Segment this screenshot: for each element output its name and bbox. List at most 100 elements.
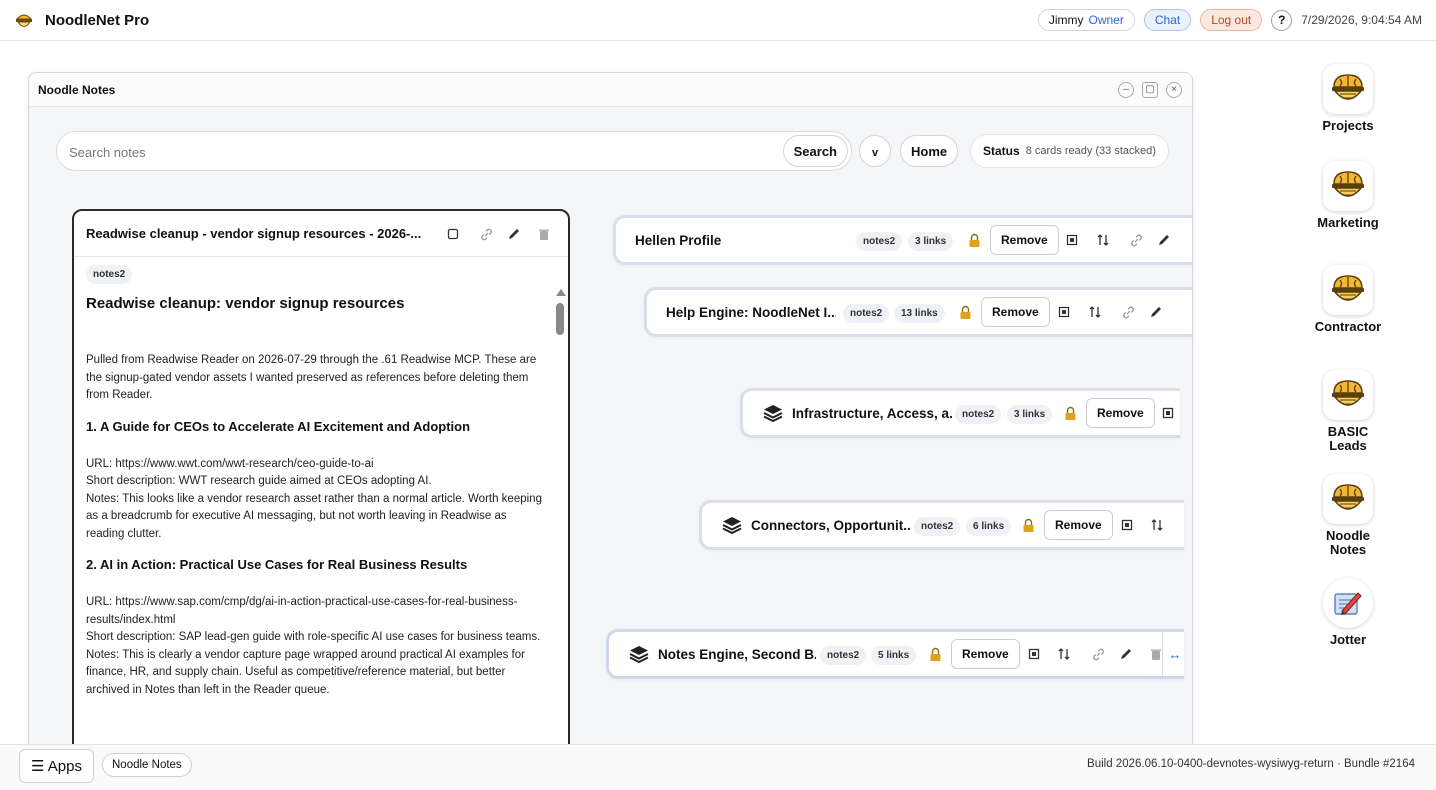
chat-button[interactable]: Chat [1143,9,1192,31]
stacked-card[interactable]: Infrastructure, Access, a... notes2 3 li… [740,388,1180,438]
desktop-icon-label: Jotter [1329,632,1367,647]
card-title: Connectors, Opportunit... [751,518,911,533]
link-icon[interactable] [1119,303,1137,321]
expand-icon[interactable] [1159,404,1177,422]
home-button[interactable]: Home [900,135,959,167]
search-button[interactable]: Search [782,135,848,167]
lock-icon[interactable] [965,231,983,249]
lock-icon[interactable] [1019,516,1037,534]
user-badge[interactable]: Jimmy Owner [1037,9,1135,31]
link-icon[interactable] [1127,231,1145,249]
card-links[interactable]: 6 links [966,517,1012,536]
note-body[interactable]: Readwise cleanup: vendor signup resource… [86,295,546,713]
note-tag[interactable]: notes2 [86,265,133,284]
card-links[interactable]: 13 links [894,304,945,323]
desktop-icon-projects[interactable]: Projects [1303,64,1393,133]
desktop-icon-contractor[interactable]: Contractor [1303,265,1393,334]
chevron-down-button[interactable]: v [859,135,891,167]
taskbar: ☰ Apps Noodle Notes Build 2026.06.10-040… [0,744,1436,790]
remove-button[interactable]: Remove [990,225,1059,255]
edit-icon[interactable] [1155,231,1173,249]
card-tag[interactable]: notes2 [914,517,961,536]
remove-button[interactable]: Remove [981,297,1050,327]
section-url: URL: https://www.sap.com/cmp/dg/ai-in-ac… [86,596,518,626]
desktop-icon-noodle-notes[interactable]: Noodle Notes [1303,474,1393,557]
reorder-icon[interactable] [1094,231,1112,249]
stacked-card[interactable]: Notes Engine, Second B... notes2 5 links… [606,629,1184,679]
help-icon[interactable]: ? [1271,9,1293,31]
desktop-icon-basic-leads[interactable]: BASIC Leads [1303,370,1393,453]
edit-icon[interactable] [505,225,523,243]
expand-icon[interactable] [444,225,462,243]
top-bar: NoodleNet Pro Jimmy Owner Chat Log out ?… [0,0,1436,41]
expand-icon[interactable] [1063,231,1081,249]
open-note-card: Readwise cleanup - vendor signup resourc… [72,209,570,761]
expand-icon[interactable] [1118,516,1136,534]
desktop-icon-label: Contractor [1314,319,1382,334]
maximize-icon[interactable]: ▢ [1142,82,1158,98]
expand-icon[interactable] [1025,645,1043,663]
scroll-thumb[interactable] [556,303,564,335]
user-role: Owner [1088,13,1124,27]
card-links[interactable]: 5 links [871,646,917,665]
expand-icon[interactable] [1055,303,1073,321]
section-notes: Notes: This is clearly a vendor capture … [86,648,525,696]
lock-icon[interactable] [956,303,974,321]
desktop-icon-label: Projects [1322,118,1374,133]
reorder-icon[interactable] [1055,645,1073,663]
card-links[interactable]: 3 links [908,232,954,251]
section-url: URL: https://www.wwt.com/wwt-research/ce… [86,457,374,470]
window-title: Noodle Notes [38,83,116,97]
remove-button[interactable]: Remove [951,639,1020,669]
brain-icon [1323,370,1373,420]
noodlenet-logo-icon [15,14,33,27]
search-input[interactable] [69,142,769,162]
stacked-card[interactable]: Connectors, Opportunit... notes2 6 links… [699,500,1184,550]
window-titlebar[interactable]: Noodle Notes – ▢ × [29,73,1192,107]
stacked-card[interactable]: Help Engine: NoodleNet I... notes2 13 li… [644,287,1192,337]
edit-icon[interactable] [1117,645,1135,663]
card-tag[interactable]: notes2 [955,405,1002,424]
logout-button[interactable]: Log out [1200,9,1263,31]
link-icon[interactable] [477,225,495,243]
brain-icon [1323,64,1373,114]
lock-icon[interactable] [926,645,944,663]
note-header[interactable]: Readwise cleanup - vendor signup resourc… [74,211,568,257]
user-name: Jimmy [1048,13,1084,27]
desktop-icon-label: Noodle Notes [1325,528,1371,557]
stacked-card[interactable]: Hellen Profile notes2 3 links Remove [613,215,1192,265]
card-tag[interactable]: notes2 [843,304,890,323]
card-title: Help Engine: NoodleNet I... [666,305,836,320]
minimize-icon[interactable]: – [1118,82,1134,98]
card-tag[interactable]: notes2 [856,232,903,251]
status-label: Status [983,144,1020,158]
scroll-up-icon[interactable] [556,289,566,296]
reorder-icon[interactable] [1086,303,1104,321]
close-icon[interactable]: × [1166,82,1182,98]
note-heading: Readwise cleanup: vendor signup resource… [86,295,405,312]
lock-icon[interactable] [1061,404,1079,422]
brain-icon [1323,474,1373,524]
search-bar: Search [56,131,852,171]
top-right-controls: Jimmy Owner Chat Log out ? 7/29/2026, 9:… [1037,8,1422,32]
taskbar-item-noodle-notes[interactable]: Noodle Notes [102,753,192,777]
link-icon[interactable] [1089,645,1107,663]
status-panel[interactable]: Status 8 cards ready (33 stacked) [970,134,1169,168]
remove-button[interactable]: Remove [1086,398,1155,428]
card-title: Hellen Profile [635,233,722,248]
card-links[interactable]: 3 links [1007,405,1053,424]
desktop-icon-marketing[interactable]: Marketing [1303,161,1393,230]
edit-icon[interactable] [1147,303,1165,321]
card-tag[interactable]: notes2 [820,646,867,665]
section-desc: Short description: WWT research guide ai… [86,475,432,487]
desktop-icon-jotter[interactable]: Jotter [1303,578,1393,647]
card-title: Notes Engine, Second B... [658,647,816,662]
remove-button[interactable]: Remove [1044,510,1113,540]
apps-menu-button[interactable]: ☰ Apps [19,749,94,783]
reorder-icon[interactable] [1148,516,1166,534]
stack-icon [629,646,649,664]
trash-icon[interactable] [535,225,553,243]
brain-icon [1323,161,1373,211]
resize-horizontal-icon[interactable]: ↔ [1162,632,1187,676]
note-scrollbar[interactable] [555,289,566,759]
